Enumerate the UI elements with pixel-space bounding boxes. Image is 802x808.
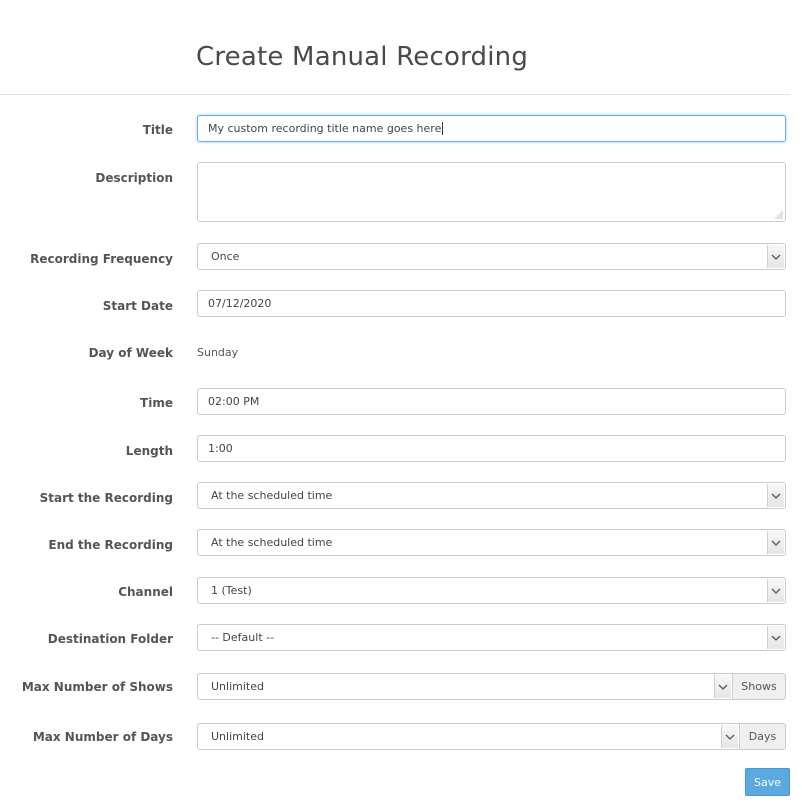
channel-select[interactable]: 1 (Test)	[197, 577, 786, 604]
max-days-label: Max Number of Days	[32, 730, 173, 744]
max-shows-label: Max Number of Shows	[21, 680, 173, 694]
max-shows-addon: Shows	[732, 673, 786, 700]
channel-value: 1 (Test)	[211, 584, 252, 597]
start-recording-value: At the scheduled time	[211, 489, 333, 502]
chevron-down-icon[interactable]	[767, 626, 784, 649]
chevron-down-icon[interactable]	[767, 484, 784, 507]
chevron-down-icon[interactable]	[767, 531, 784, 554]
destination-folder-value: -- Default --	[211, 631, 275, 644]
destination-folder-label: Destination Folder	[47, 632, 173, 646]
start-recording-select[interactable]: At the scheduled time	[197, 482, 786, 509]
chevron-down-icon[interactable]	[767, 245, 784, 268]
end-recording-value: At the scheduled time	[211, 536, 333, 549]
save-button[interactable]: Save	[745, 768, 790, 796]
max-shows-select[interactable]: Unlimited	[197, 673, 733, 700]
length-value: 1:00	[208, 442, 233, 455]
header-divider	[0, 94, 790, 95]
end-recording-select[interactable]: At the scheduled time	[197, 529, 786, 556]
chevron-down-icon[interactable]	[721, 725, 738, 748]
max-shows-value: Unlimited	[211, 680, 264, 693]
description-textarea[interactable]	[197, 162, 786, 222]
recording-frequency-label: Recording Frequency	[30, 252, 173, 266]
start-date-value: 07/12/2020	[208, 297, 272, 310]
start-date-input[interactable]: 07/12/2020	[197, 290, 786, 317]
destination-folder-select[interactable]: -- Default --	[197, 624, 786, 651]
recording-frequency-value: Once	[211, 250, 240, 263]
title-input[interactable]: My custom recording title name goes here	[197, 115, 786, 142]
time-label: Time	[140, 396, 173, 410]
day-of-week-value: Sunday	[197, 346, 239, 359]
description-label: Description	[95, 171, 173, 185]
chevron-down-icon[interactable]	[767, 579, 784, 602]
title-input-value: My custom recording title name goes here	[208, 122, 442, 135]
length-label: Length	[125, 444, 173, 458]
chevron-down-icon[interactable]	[714, 675, 731, 698]
title-label: Title	[142, 123, 173, 137]
time-value: 02:00 PM	[208, 395, 260, 408]
day-of-week-label: Day of Week	[88, 346, 173, 360]
max-days-addon: Days	[739, 723, 786, 750]
resize-grip-icon[interactable]	[775, 211, 783, 219]
max-days-select[interactable]: Unlimited	[197, 723, 740, 750]
max-days-value: Unlimited	[211, 730, 264, 743]
recording-frequency-select[interactable]: Once	[197, 243, 786, 270]
time-input[interactable]: 02:00 PM	[197, 388, 786, 415]
start-date-label: Start Date	[102, 299, 173, 313]
channel-label: Channel	[118, 585, 173, 599]
text-cursor	[442, 122, 444, 135]
length-input[interactable]: 1:00	[197, 435, 786, 462]
start-recording-label: Start the Recording	[39, 491, 173, 505]
end-recording-label: End the Recording	[48, 538, 173, 552]
page-title: Create Manual Recording	[196, 42, 529, 72]
